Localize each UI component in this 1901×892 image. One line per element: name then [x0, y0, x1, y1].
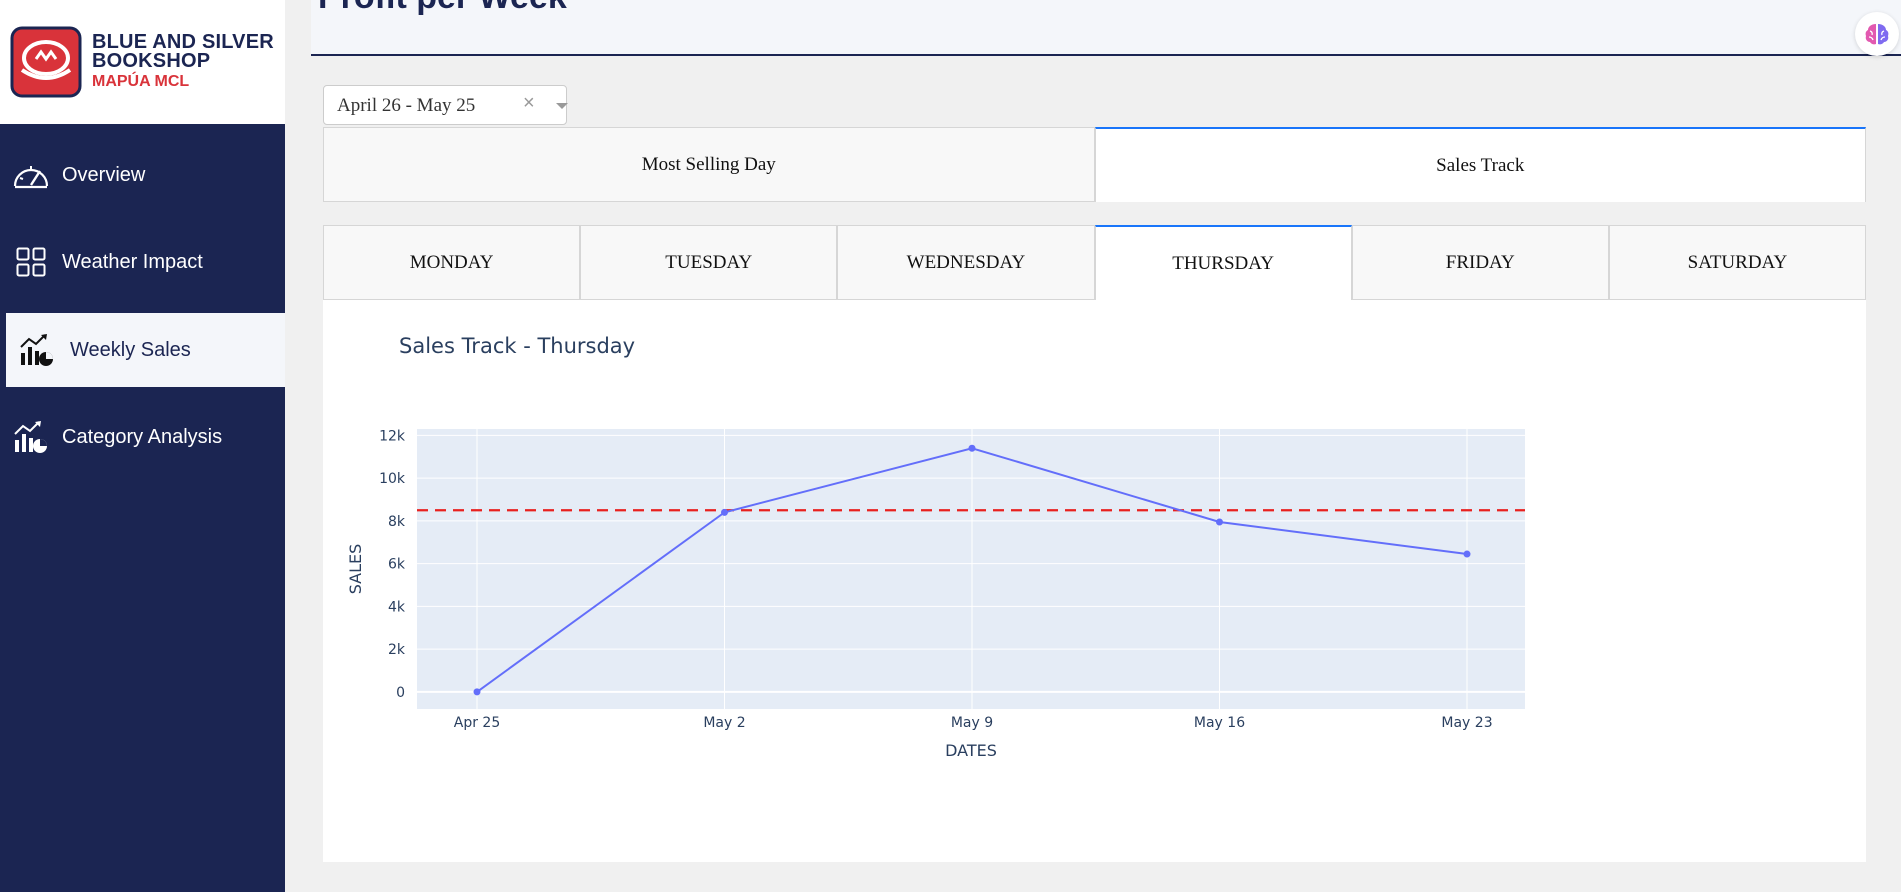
page-header: Profit per Week: [311, 0, 1901, 56]
data-point[interactable]: [721, 508, 728, 516]
brand-name-line2: BOOKSHOP: [92, 50, 211, 72]
x-axis-label: DATES: [945, 741, 997, 760]
tab-tuesday[interactable]: TUESDAY: [580, 225, 838, 300]
day-tabs: MONDAY TUESDAY WEDNESDAY THURSDAY FRIDAY…: [323, 225, 1867, 300]
plot-area: [417, 429, 1525, 709]
assistant-button[interactable]: [1855, 12, 1899, 56]
y-axis-label: SALES: [346, 544, 365, 595]
tab-saturday[interactable]: SATURDAY: [1608, 225, 1867, 300]
x-axis-ticks: Apr 25 May 2 May 9 May 16 May 23: [454, 715, 1493, 731]
data-point[interactable]: [1216, 518, 1223, 526]
bookshop-logo: [10, 26, 82, 98]
chart-title: Sales Track - Thursday: [399, 334, 635, 358]
sidebar-item-label: Weekly Sales: [70, 338, 191, 361]
x-tick-label: May 16: [1194, 715, 1245, 731]
y-tick-label: 10k: [379, 471, 406, 487]
sidebar: BLUE AND SILVER BOOKSHOP MAPÚA MCL Overv…: [0, 0, 285, 892]
chart-pie-icon: [17, 330, 57, 370]
grid-icon: [11, 242, 51, 282]
date-range-value: April 26 - May 25: [337, 95, 476, 116]
brand-header: BLUE AND SILVER BOOKSHOP MAPÚA MCL: [0, 0, 285, 124]
y-tick-label: 4k: [388, 599, 406, 615]
brand-subtitle: MAPÚA MCL: [92, 73, 190, 90]
sidebar-item-overview[interactable]: Overview: [0, 138, 285, 212]
sales-track-chart: 0 2k 4k 6k 8k 10k 12k Apr 25 May 2 May 9 May 16 Ma…: [346, 334, 1525, 760]
y-tick-label: 8k: [388, 514, 406, 530]
y-tick-label: 12k: [379, 428, 406, 444]
y-axis-ticks: 0 2k 4k 6k 8k 10k 12k: [379, 428, 406, 700]
x-tick-label: May 9: [951, 715, 993, 731]
view-tabs: Most Selling Day Sales Track: [323, 127, 1866, 202]
y-tick-label: 2k: [388, 642, 406, 658]
tab-monday[interactable]: MONDAY: [323, 225, 581, 300]
page-title: Profit per Week: [318, 0, 567, 17]
chevron-down-icon[interactable]: [556, 103, 568, 109]
data-point[interactable]: [1463, 550, 1471, 558]
tab-friday[interactable]: FRIDAY: [1351, 225, 1609, 300]
header-divider: [311, 54, 1901, 56]
tab-most-selling-day[interactable]: Most Selling Day: [323, 127, 1095, 202]
main-content: Profit per Week April 26 - May 25 × Most…: [311, 0, 1901, 892]
chart-pie-icon: [11, 417, 51, 457]
x-tick-label: Apr 25: [454, 715, 500, 731]
date-range-dropdown[interactable]: April 26 - May 25 ×: [323, 85, 568, 125]
sidebar-item-weekly-sales[interactable]: Weekly Sales: [6, 313, 285, 387]
x-tick-label: May 23: [1441, 715, 1492, 731]
gauge-icon: [11, 155, 51, 195]
tab-thursday[interactable]: THURSDAY: [1094, 225, 1352, 300]
sidebar-item-weather-impact[interactable]: Weather Impact: [0, 225, 285, 299]
tab-sales-track[interactable]: Sales Track: [1094, 127, 1866, 202]
x-tick-label: May 2: [703, 715, 745, 731]
y-tick-label: 0: [396, 685, 405, 701]
chart-panel: 0 2k 4k 6k 8k 10k 12k Apr 25 May 2 May 9 May 16 Ma…: [323, 300, 1866, 862]
sidebar-item-label: Overview: [62, 163, 146, 186]
y-tick-label: 6k: [388, 557, 406, 573]
sidebar-item-label: Weather Impact: [62, 250, 203, 273]
sidebar-item-category-analysis[interactable]: Category Analysis: [0, 400, 285, 474]
data-point[interactable]: [473, 688, 481, 696]
data-point[interactable]: [968, 444, 976, 452]
tab-wednesday[interactable]: WEDNESDAY: [837, 225, 1095, 300]
brain-icon: [1865, 24, 1889, 45]
clear-icon[interactable]: ×: [523, 92, 535, 115]
sidebar-item-label: Category Analysis: [62, 425, 223, 448]
